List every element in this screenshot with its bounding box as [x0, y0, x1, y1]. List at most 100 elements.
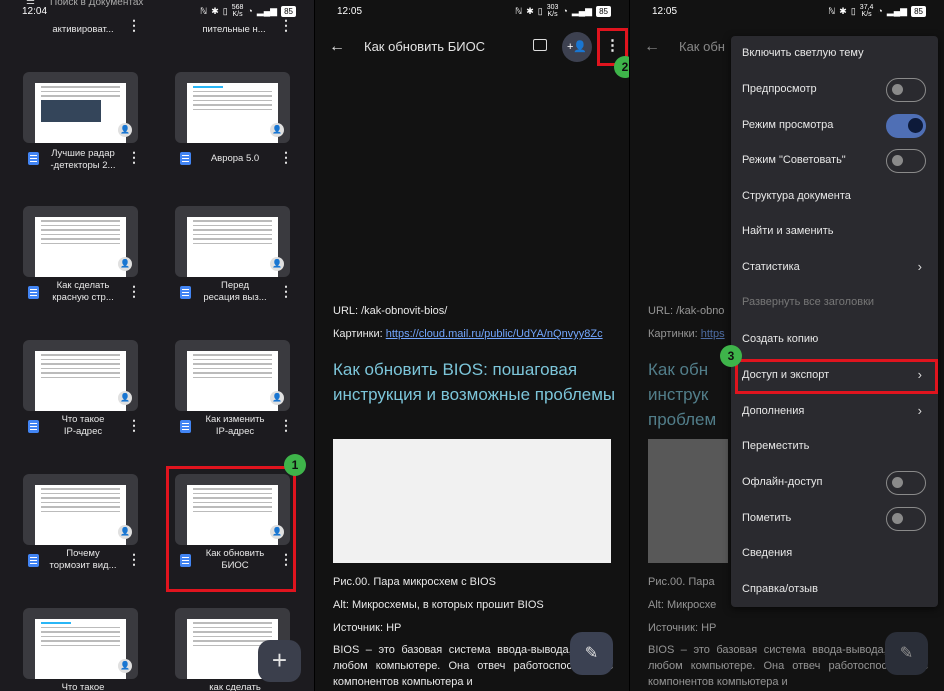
menu-item-preview[interactable]: Предпросмотр	[731, 72, 938, 106]
wifi-icon: ◔	[877, 6, 883, 16]
url-line: URL: /kak-obnovit-bios/	[333, 305, 448, 317]
suggest-toggle[interactable]	[886, 149, 926, 173]
status-icons: ℕ ✱ ▯ 303 K/s ◔ ▂▄▆ 85	[515, 4, 611, 18]
more-icon[interactable]: ⋮	[279, 284, 293, 298]
doc-card[interactable]: 👤 Как изменить IP-адрес ⋮	[152, 340, 293, 450]
offline-toggle[interactable]	[886, 471, 926, 495]
add-person-icon[interactable]: +👤	[562, 32, 592, 62]
status-time: 12:05	[337, 6, 363, 17]
menu-item-star[interactable]: Пометить	[731, 501, 938, 535]
more-icon[interactable]: ⋮	[127, 418, 141, 432]
wifi-icon: ◔	[562, 6, 568, 16]
shared-icon: 👤	[118, 123, 132, 137]
more-icon[interactable]: ⋮	[279, 418, 293, 432]
docs-icon	[180, 152, 191, 165]
docs-icon	[28, 420, 39, 433]
status-bar: 12:05 ℕ ✱ ▯ 37,4 K/s ◔ ▂▄▆ 85	[630, 0, 944, 26]
app-bar: ← Как обновить БИОС +👤 ⋮	[315, 26, 629, 70]
doc-thumbnail: 👤	[23, 608, 138, 679]
preview-toggle[interactable]	[886, 78, 926, 102]
doc-title: Аврора 5.0	[210, 153, 260, 164]
more-icon[interactable]: ⋮	[127, 18, 141, 32]
image-placeholder	[648, 439, 728, 563]
step-badge: 3	[720, 345, 742, 367]
doc-heading: Как обн инструк проблем	[648, 360, 717, 429]
status-icons: ℕ ✱ ▯ 37,4 K/s ◔ ▂▄▆ 85	[828, 4, 926, 18]
status-icons: ℕ ✱ ▯ 568 K/s ◔ ▂▄▆ 85	[200, 4, 296, 18]
menu-item-find-replace[interactable]: Найти и заменить	[731, 214, 938, 248]
signal-icon: ▂▄▆	[256, 5, 278, 16]
menu-item-make-copy[interactable]: Создать копию	[731, 322, 938, 356]
doc-title: Что такое	[61, 682, 105, 691]
status-bar: 12:05 ℕ ✱ ▯ 303 K/s ◔ ▂▄▆ 85	[315, 0, 629, 26]
vibrate-icon: ▯	[222, 5, 228, 16]
doc-title: Перед ресация выз...	[203, 280, 267, 303]
nfc-icon: ℕ	[515, 5, 523, 16]
menu-item-move[interactable]: Переместить	[731, 429, 938, 463]
docs-list-screen: 12:04 ℕ ✱ ▯ 568 K/s ◔ ▂▄▆ 85 Поиск в Доку…	[0, 0, 314, 691]
back-arrow-icon[interactable]: ←	[644, 38, 660, 56]
doc-thumbnail: 👤	[23, 340, 138, 411]
back-arrow-icon[interactable]: ←	[329, 38, 345, 56]
status-time: 12:05	[652, 6, 678, 17]
more-icon[interactable]: ⋮	[279, 18, 293, 32]
docs-icon	[28, 554, 39, 567]
create-doc-button[interactable]: +	[258, 640, 301, 682]
menu-item-offline[interactable]: Офлайн-доступ	[731, 465, 938, 499]
edit-pencil-icon[interactable]: ✎	[885, 632, 928, 675]
pictures-line: Картинки: https://cloud.mail.ru/public/U…	[333, 328, 603, 340]
doc-card[interactable]: 👤 Как сделать красную стр... ⋮	[0, 206, 141, 316]
battery-icon: 85	[911, 5, 926, 17]
docs-icon	[28, 286, 39, 299]
doc-title: как сделать	[209, 682, 261, 691]
doc-heading: Как обновить BIOS: пошаговая инструкция …	[333, 360, 616, 404]
menu-item-help[interactable]: Справка/отзыв	[731, 572, 938, 606]
view-mode-toggle[interactable]	[886, 114, 926, 138]
more-icon[interactable]: ⋮	[127, 150, 141, 164]
highlight-box	[735, 359, 938, 394]
caption: Рис.00. Пара	[648, 576, 715, 588]
menu-item-light-theme[interactable]: Включить светлую тему	[731, 36, 938, 70]
shared-icon: 👤	[118, 257, 132, 271]
nfc-icon: ℕ	[828, 5, 836, 16]
more-icon[interactable]: ⋮	[127, 284, 141, 298]
signal-icon: ▂▄▆	[886, 5, 908, 16]
doc-title: Что такое IP-адрес	[61, 414, 105, 437]
doc-thumbnail: 👤	[23, 206, 138, 277]
more-icon[interactable]: ⋮	[279, 150, 293, 164]
menu-item-details[interactable]: Сведения	[731, 536, 938, 570]
shared-icon: 👤	[118, 525, 132, 539]
menu-item-statistics[interactable]: Статистика ›	[731, 250, 938, 284]
search-hint[interactable]: Поиск в Документах	[50, 0, 143, 8]
doc-title-partial[interactable]: активироват...	[44, 24, 122, 36]
chevron-right-icon: ›	[917, 403, 922, 418]
doc-card[interactable]: 👤 Лучшие радар -детекторы 2... ⋮	[0, 72, 141, 182]
doc-title: Как обн	[679, 39, 725, 54]
battery-icon: 85	[596, 5, 611, 17]
doc-title: Как обновить БИОС	[364, 39, 486, 54]
more-icon[interactable]: ⋮	[127, 552, 141, 566]
doc-card[interactable]: 👤 Что такое	[0, 608, 140, 691]
doc-card[interactable]: 👤 Что такое IP-адрес ⋮	[0, 340, 141, 450]
menu-item-suggest-mode[interactable]: Режим "Советовать"	[731, 143, 938, 177]
overflow-menu: Включить светлую тему Предпросмотр Режим…	[731, 36, 938, 607]
doc-thumbnail: 👤	[23, 72, 138, 143]
menu-item-outline[interactable]: Структура документа	[731, 179, 938, 213]
net-speed: 37,4 K/s	[859, 4, 874, 18]
menu-item-addons[interactable]: Дополнения ›	[731, 394, 938, 428]
doc-title-partial[interactable]: пительные н...	[195, 24, 273, 36]
doc-thumbnail: 👤	[175, 340, 290, 411]
menu-icon[interactable]: ☰	[26, 0, 35, 7]
star-toggle[interactable]	[886, 507, 926, 531]
doc-card[interactable]: 👤 Почему тормозит вид... ⋮	[0, 474, 141, 584]
pictures-link[interactable]: https://cloud.mail.ru/public/UdYA/nQnvyy…	[386, 328, 603, 340]
docs-icon	[180, 420, 191, 433]
menu-item-view-mode[interactable]: Режим просмотра	[731, 108, 938, 142]
chevron-right-icon: ›	[917, 259, 922, 274]
doc-title: Как изменить IP-адрес	[205, 414, 265, 437]
doc-title: Как сделать красную стр...	[52, 280, 114, 303]
edit-pencil-icon[interactable]: ✎	[570, 632, 613, 675]
comment-icon[interactable]	[533, 39, 547, 51]
doc-card[interactable]: 👤 Перед ресация выз... ⋮	[152, 206, 293, 316]
doc-card[interactable]: 👤 Аврора 5.0 ⋮	[152, 72, 293, 182]
